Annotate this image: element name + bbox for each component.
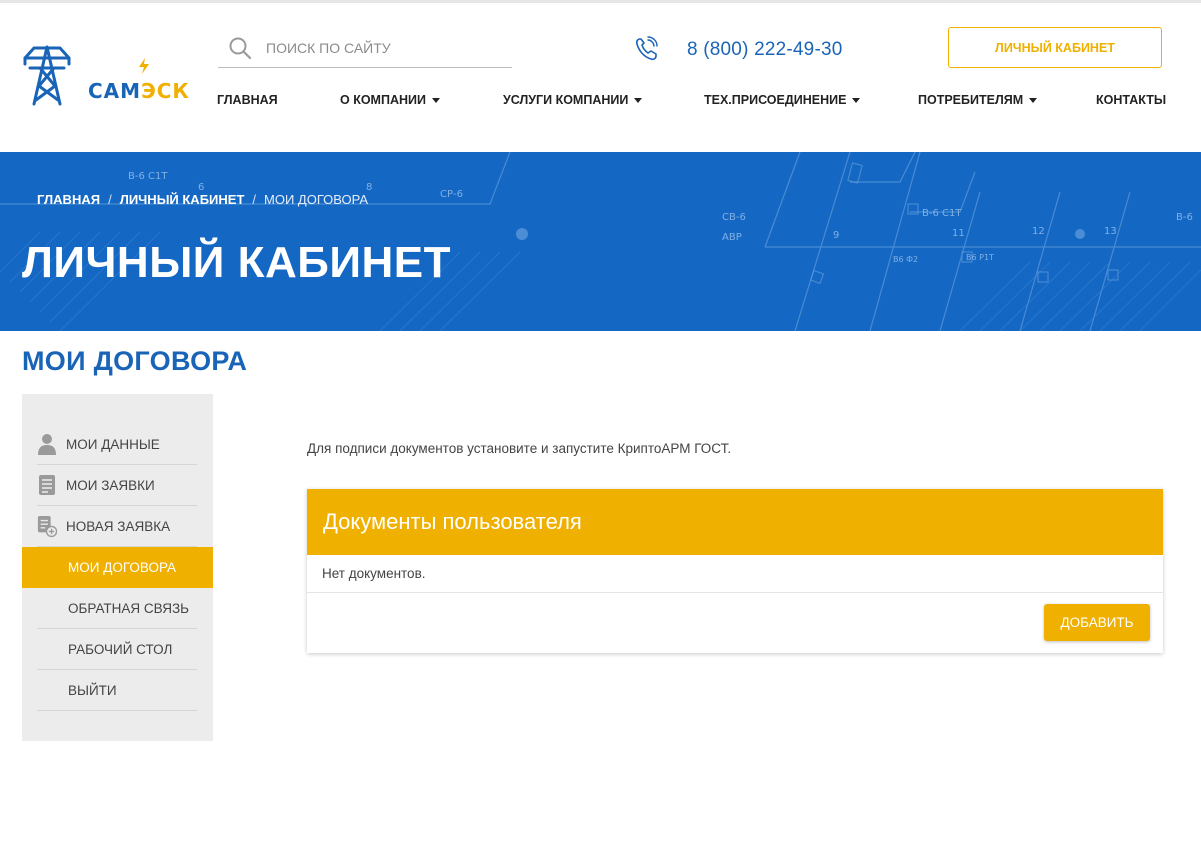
schematic-label: В6 Р1Т [966,253,994,262]
schematic-label: В6 Ф2 [893,255,918,264]
panel-title: Документы пользователя [323,509,582,534]
nav-item-contacts[interactable]: КОНТАКТЫ [1096,93,1166,107]
search-box [218,30,512,68]
schematic-label: СВ-6 [722,212,746,223]
breadcrumb-home[interactable]: ГЛАВНАЯ [37,192,100,207]
schematic-label: 9 [833,230,839,241]
logo-text: САМЭСК [88,79,190,103]
breadcrumb: ГЛАВНАЯ / ЛИЧНЫЙ КАБИНЕТ / МОИ ДОГОВОРА [37,192,368,207]
caret-down-icon [1029,97,1038,103]
logo[interactable]: САМЭСК [22,44,192,108]
caret-down-icon [634,97,643,103]
sidebar-item-my-data[interactable]: Мои данные [37,424,197,465]
new-document-icon [37,515,57,538]
page-banner: В-6 С1Т СР-6 СВ-6 АВР В-6 С1Т 9 11 12 13… [0,152,1201,331]
phone-number[interactable]: 8 (800) 222-49-30 [687,39,843,61]
personal-cabinet-button[interactable]: Личный кабинет [948,27,1162,68]
nav-item-services[interactable]: УСЛУГИ КОМПАНИИ [503,93,643,107]
nav-item-home[interactable]: ГЛАВНАЯ [217,93,278,107]
sidebar: Мои данные Мои заявки Новая заявка Мои д… [22,394,213,741]
sidebar-item-logout[interactable]: Выйти [37,670,197,711]
sidebar-item-label: Мои договора [68,560,177,575]
breadcrumb-cabinet[interactable]: ЛИЧНЫЙ КАБИНЕТ [120,192,245,207]
schematic-label: В-6 С1Т [922,208,962,219]
sidebar-item-feedback[interactable]: Обратная связь [37,588,197,629]
sidebar-item-my-contracts[interactable]: Мои договора [22,547,213,588]
add-document-button[interactable]: Добавить [1044,604,1150,641]
crypto-notice: Для подписи документов установите и запу… [307,441,732,456]
caret-down-icon [852,97,861,103]
breadcrumb-current: МОИ ДОГОВОРА [264,192,369,207]
sidebar-item-label: Мои заявки [66,477,155,493]
documents-panel: Документы пользователя Нет документов. Д… [307,489,1163,653]
search-icon[interactable] [228,36,252,60]
schematic-label: СР-6 [440,189,463,200]
panel-header: Документы пользователя [307,489,1163,555]
sidebar-item-label: Мои данные [66,436,160,452]
nav-item-connection[interactable]: ТЕХ.ПРИСОЕДИНЕНИЕ [704,93,861,107]
schematic-label: В-6 [1176,212,1193,223]
banner-title: ЛИЧНЫЙ КАБИНЕТ [22,238,451,287]
power-tower-icon [23,45,71,106]
lightning-icon [139,58,149,74]
schematic-label: 13 [1104,226,1117,237]
sidebar-item-label: Новая заявка [66,518,171,534]
document-list-icon [37,474,57,496]
sidebar-item-label: Обратная связь [68,600,189,616]
breadcrumb-separator: / [108,192,112,207]
sidebar-item-label: Выйти [68,682,117,698]
nav-item-about[interactable]: О КОМПАНИИ [340,93,440,107]
sidebar-item-my-requests[interactable]: Мои заявки [37,465,197,506]
schematic-label: АВР [722,232,742,243]
search-input[interactable] [266,36,501,60]
phone-icon [635,36,658,61]
schematic-label: 12 [1032,226,1045,237]
schematic-label: 11 [952,228,965,239]
page-title: МОИ ДОГОВОРА [22,346,248,376]
top-border [0,0,1201,3]
panel-body: Нет документов. [307,555,1163,593]
empty-state-text: Нет документов. [322,566,426,581]
sidebar-item-label: Рабочий стол [68,641,173,657]
nav-item-consumers[interactable]: ПОТРЕБИТЕЛЯМ [918,93,1038,107]
sidebar-item-desktop[interactable]: Рабочий стол [37,629,197,670]
schematic-label: В-6 С1Т [128,171,168,182]
sidebar-item-new-request[interactable]: Новая заявка [37,506,197,547]
caret-down-icon [431,97,440,103]
user-icon [37,433,57,455]
breadcrumb-separator: / [252,192,257,207]
